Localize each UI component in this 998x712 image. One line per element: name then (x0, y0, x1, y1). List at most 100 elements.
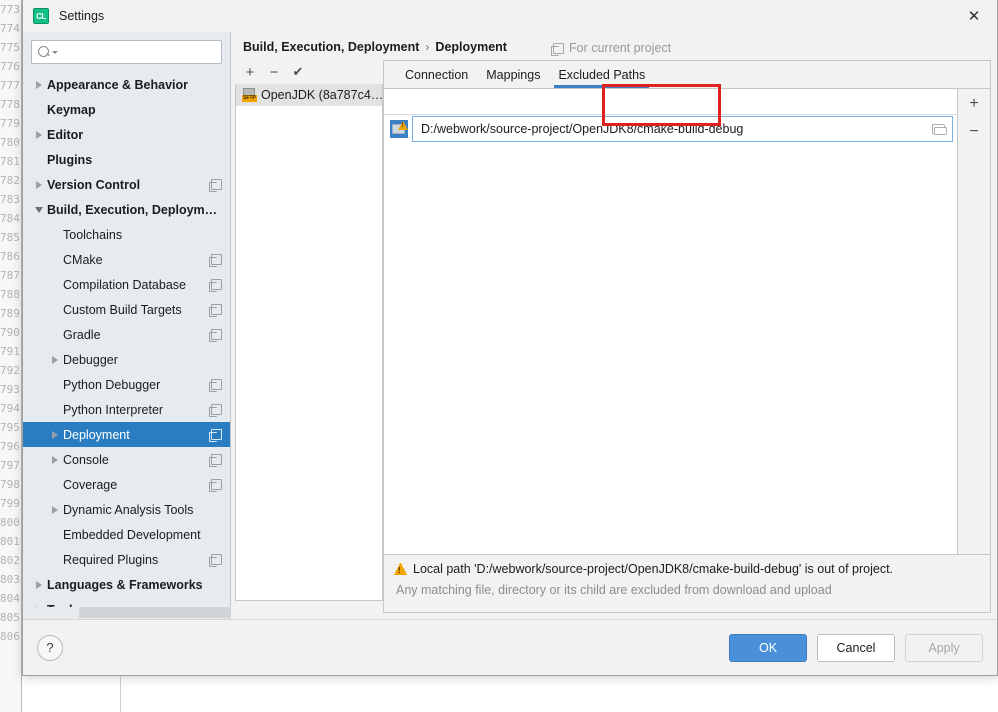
excluded-path-row[interactable] (384, 115, 957, 143)
search-box[interactable] (31, 40, 222, 64)
warning-icon (394, 563, 407, 575)
server-name: OpenJDK (8a787c4… (261, 88, 382, 102)
editor-divider (120, 676, 121, 712)
chevron-right-icon[interactable] (47, 505, 63, 514)
chevron-right-icon[interactable] (31, 130, 47, 139)
server-list[interactable]: SFTP OpenJDK (8a787c4… (235, 84, 383, 601)
sidebar-item-custom-build-targets[interactable]: Custom Build Targets (23, 297, 230, 322)
tab-label: Mappings (486, 67, 541, 82)
dialog-title: Settings (59, 9, 105, 23)
close-icon[interactable]: ✕ (951, 0, 997, 32)
help-button[interactable]: ? (37, 634, 63, 661)
line-number: 799 (0, 497, 20, 510)
tab-excluded-paths[interactable]: Excluded Paths (549, 61, 654, 88)
copy-settings-icon[interactable] (209, 404, 222, 417)
breadcrumb-parent[interactable]: Build, Execution, Deployment (243, 40, 419, 54)
sidebar-item-build-execution-deployment[interactable]: Build, Execution, Deployment (23, 197, 230, 222)
sidebar-item-label: Console (63, 452, 109, 467)
line-number: 786 (0, 250, 20, 263)
sidebar-item-label: Deployment (63, 427, 130, 442)
sftp-server-icon: SFTP (242, 88, 257, 102)
add-server-button[interactable]: + (239, 61, 261, 83)
sidebar-item-embedded-development[interactable]: Embedded Development (23, 522, 230, 547)
copy-settings-icon[interactable] (209, 479, 222, 492)
excluded-paths-rows (384, 115, 957, 143)
line-number: 775 (0, 41, 20, 54)
remove-server-button[interactable]: − (263, 61, 285, 83)
sidebar-item-console[interactable]: Console (23, 447, 230, 472)
search-icon (38, 45, 51, 59)
chevron-right-icon[interactable] (47, 430, 63, 439)
line-number: 780 (0, 136, 20, 149)
apply-button[interactable]: Apply (905, 633, 983, 662)
sidebar-item-tools[interactable]: Tools (23, 597, 230, 607)
add-path-button[interactable]: + (960, 91, 988, 117)
line-number: 784 (0, 212, 20, 225)
line-number: 789 (0, 307, 20, 320)
copy-settings-icon[interactable] (209, 279, 222, 292)
line-number: 792 (0, 364, 20, 377)
hint-text: Any matching file, directory or its chil… (396, 583, 832, 597)
sidebar-item-label: Python Debugger (63, 377, 161, 392)
chevron-right-icon[interactable] (47, 355, 63, 364)
sidebar-item-version-control[interactable]: Version Control (23, 172, 230, 197)
excluded-paths-list[interactable] (384, 89, 958, 554)
excluded-path-input[interactable] (419, 121, 932, 137)
search-input[interactable] (58, 45, 221, 59)
tab-mappings[interactable]: Mappings (477, 61, 549, 88)
sidebar-item-keymap[interactable]: Keymap (23, 97, 230, 122)
server-list-toolbar: + − ✔ (235, 60, 383, 84)
tab-connection[interactable]: Connection (396, 61, 477, 88)
sidebar-item-gradle[interactable]: Gradle (23, 322, 230, 347)
excluded-path-field[interactable] (412, 116, 953, 142)
chevron-down-icon[interactable] (31, 206, 47, 213)
chevron-right-icon[interactable] (31, 80, 47, 89)
chevron-right-icon[interactable] (31, 180, 47, 189)
server-list-item[interactable]: SFTP OpenJDK (8a787c4… (236, 84, 382, 106)
copy-settings-icon[interactable] (209, 454, 222, 467)
line-number: 798 (0, 478, 20, 491)
copy-settings-icon[interactable] (209, 304, 222, 317)
line-number: 785 (0, 231, 20, 244)
line-number: 795 (0, 421, 20, 434)
chevron-right-icon[interactable] (31, 580, 47, 589)
sidebar-item-required-plugins[interactable]: Required Plugins (23, 547, 230, 572)
copy-settings-icon[interactable] (209, 329, 222, 342)
line-number: 777 (0, 79, 20, 92)
sidebar-item-languages-frameworks[interactable]: Languages & Frameworks (23, 572, 230, 597)
sidebar-item-deployment[interactable]: Deployment (23, 422, 230, 447)
sidebar-item-debugger[interactable]: Debugger (23, 347, 230, 372)
sidebar-item-toolchains[interactable]: Toolchains (23, 222, 230, 247)
set-default-server-button[interactable]: ✔ (287, 61, 309, 83)
copy-settings-icon[interactable] (209, 254, 222, 267)
line-number: 793 (0, 383, 20, 396)
copy-settings-icon[interactable] (209, 429, 222, 442)
sidebar-item-plugins[interactable]: Plugins (23, 147, 230, 172)
sidebar-item-compilation-database[interactable]: Compilation Database (23, 272, 230, 297)
copy-settings-icon[interactable] (209, 179, 222, 192)
sidebar-item-cmake[interactable]: CMake (23, 247, 230, 272)
sidebar-item-python-interpreter[interactable]: Python Interpreter (23, 397, 230, 422)
sidebar-item-dynamic-analysis-tools[interactable]: Dynamic Analysis Tools (23, 497, 230, 522)
copy-settings-icon[interactable] (551, 42, 564, 56)
sidebar-item-appearance-behavior[interactable]: Appearance & Behavior (23, 72, 230, 97)
sftp-protocol-label: SFTP (242, 95, 257, 102)
copy-settings-icon[interactable] (209, 554, 222, 567)
cancel-button[interactable]: Cancel (817, 633, 895, 662)
line-number: 806 (0, 630, 20, 643)
sidebar-item-label: Debugger (63, 352, 118, 367)
scrollbar-thumb[interactable] (79, 607, 234, 618)
sidebar-item-label: Toolchains (63, 227, 123, 242)
sidebar-item-editor[interactable]: Editor (23, 122, 230, 147)
remove-path-button[interactable]: − (960, 119, 988, 145)
breadcrumb: Build, Execution, Deployment › Deploymen… (243, 40, 507, 54)
sidebar-item-python-debugger[interactable]: Python Debugger (23, 372, 230, 397)
settings-sidebar: Appearance & Behavior Keymap Editor Plugins… (23, 32, 234, 619)
ok-button[interactable]: OK (729, 633, 807, 662)
sidebar-item-label: Appearance & Behavior (47, 77, 189, 92)
sidebar-item-coverage[interactable]: Coverage (23, 472, 230, 497)
copy-settings-icon[interactable] (209, 379, 222, 392)
chevron-right-icon[interactable] (47, 455, 63, 464)
sidebar-horizontal-scrollbar[interactable] (23, 607, 234, 619)
browse-folder-icon[interactable] (932, 123, 948, 136)
